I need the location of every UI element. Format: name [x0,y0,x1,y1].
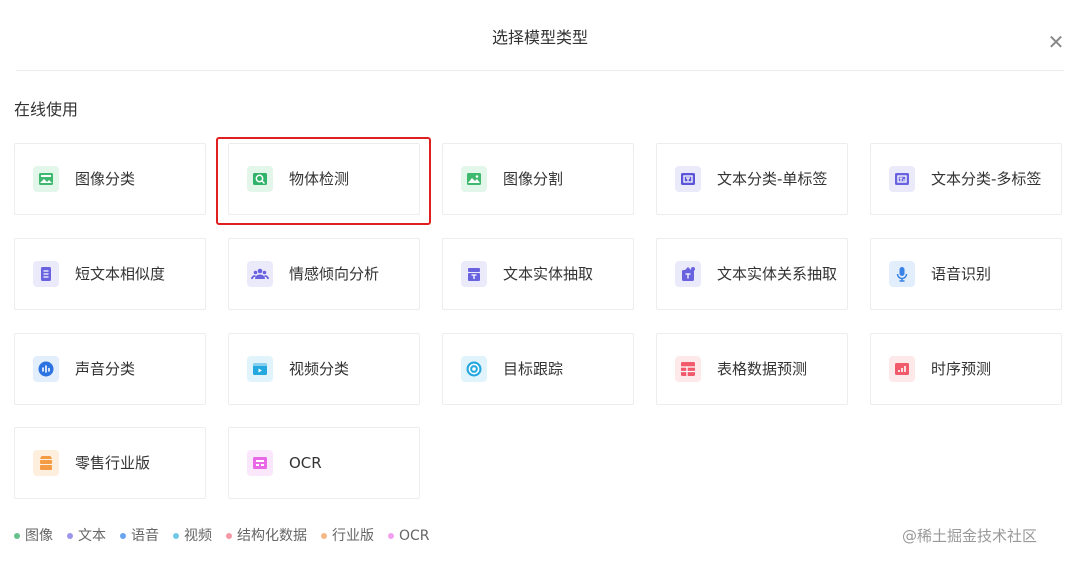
model-card-label: 情感倾向分析 [289,265,380,283]
model-card[interactable]: 文本实体关系抽取 [656,238,848,310]
target-tracking-icon [461,356,487,382]
model-card[interactable]: 文本实体抽取 [442,238,634,310]
text-relation-extract-icon [675,261,701,287]
text-classify-single-icon [675,166,701,192]
model-card-label: 表格数据预测 [717,360,808,378]
model-card-label: 语音识别 [931,265,992,283]
text-classify-multi-icon [889,166,915,192]
video-classify-icon [247,356,273,382]
model-card-label: 图像分割 [503,170,564,188]
model-card[interactable]: 零售行业版 [14,427,206,499]
model-card[interactable]: 图像分类 [14,143,206,215]
model-card-label: 时序预测 [931,360,992,378]
legend-dot-icon [120,533,126,539]
divider [16,70,1064,71]
model-card-label: 短文本相似度 [75,265,166,283]
table-data-predict-icon [675,356,701,382]
model-card-label: 图像分类 [75,170,136,188]
legend-label: 结构化数据 [237,528,307,544]
legend-dot-icon [226,533,232,539]
model-card[interactable]: 情感倾向分析 [228,238,420,310]
legend-item: 结构化数据 [226,526,307,546]
model-card-label: 零售行业版 [75,454,151,472]
model-card-label: 文本分类-单标签 [717,170,828,188]
text-entity-extract-icon [461,261,487,287]
retail-icon [33,450,59,476]
legend-item: 图像 [14,526,53,546]
model-card[interactable]: 文本分类-单标签 [656,143,848,215]
sound-classify-icon [33,356,59,382]
legend-label: 行业版 [332,528,374,544]
sentiment-analysis-icon [247,261,273,287]
section-title: 在线使用 [14,100,79,119]
microphone-icon [889,261,915,287]
model-card[interactable]: 短文本相似度 [14,238,206,310]
image-segment-icon [461,166,487,192]
legend-label: 文本 [78,528,106,544]
legend-label: 视频 [184,528,212,544]
model-card[interactable]: 目标跟踪 [442,333,634,405]
model-card-label: 声音分类 [75,360,136,378]
model-card[interactable]: 物体检测 [228,143,420,215]
time-series-predict-icon [889,356,915,382]
legend-dot-icon [14,533,20,539]
legend-item: 视频 [173,526,212,546]
model-card[interactable]: OCR [228,427,420,499]
short-text-similarity-icon [33,261,59,287]
model-card-label: 文本实体关系抽取 [717,265,838,283]
dialog-title: 选择模型类型 [491,28,588,47]
model-type-dialog: 选择模型类型 ✕ 在线使用 图像分类 物体检测 图像分割 文本分类-单标签 文本分类-多… [0,0,1080,564]
legend: 图像 文本 语音 视频 结构化数据 行业版 OCR [14,526,430,546]
legend-item: 语音 [120,526,159,546]
model-card-label: 文本分类-多标签 [931,170,1042,188]
model-card-label: 目标跟踪 [503,360,564,378]
close-icon[interactable]: ✕ [1044,30,1068,54]
legend-label: 语音 [131,528,159,544]
watermark: @稀土掘金技术社区 [902,527,1038,545]
legend-label: 图像 [25,528,53,544]
legend-item: 行业版 [321,526,374,546]
model-card[interactable]: 表格数据预测 [656,333,848,405]
legend-item: 文本 [67,526,106,546]
model-card-label: OCR [289,454,322,472]
legend-label: OCR [399,528,430,544]
ocr-icon [247,450,273,476]
legend-item: OCR [388,526,430,546]
model-card-label: 文本实体抽取 [503,265,594,283]
model-card[interactable]: 时序预测 [870,333,1062,405]
object-detect-icon [247,166,273,192]
model-card-label: 视频分类 [289,360,350,378]
legend-dot-icon [67,533,73,539]
legend-dot-icon [173,533,179,539]
image-classify-icon [33,166,59,192]
model-card-label: 物体检测 [289,170,350,188]
model-card[interactable]: 文本分类-多标签 [870,143,1062,215]
model-card[interactable]: 图像分割 [442,143,634,215]
model-card[interactable]: 语音识别 [870,238,1062,310]
legend-dot-icon [321,533,327,539]
model-card[interactable]: 视频分类 [228,333,420,405]
model-card[interactable]: 声音分类 [14,333,206,405]
legend-dot-icon [388,533,394,539]
